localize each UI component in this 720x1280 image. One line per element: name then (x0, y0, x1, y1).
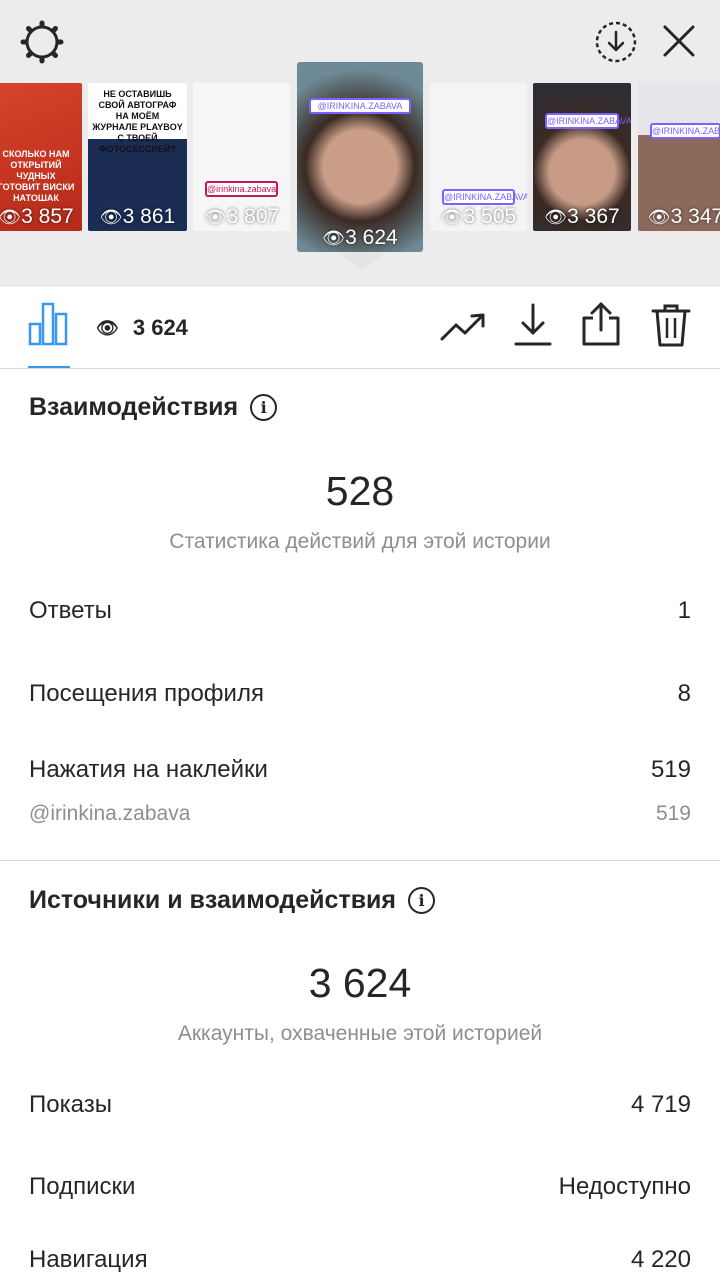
eye-icon: 👁 (544, 207, 568, 227)
download-icon[interactable] (510, 301, 556, 349)
story-thumbnail[interactable]: @irinkina.zabava 👁3 807 (193, 83, 290, 231)
story-views: 👁3 367 (544, 205, 620, 228)
profile-visits-value: 8 (677, 680, 691, 707)
story-thumbnail[interactable]: @IRINKINA.ZABAVA 👁3 367 (533, 83, 631, 231)
selected-story-pointer (340, 253, 384, 271)
replies-value: 1 (677, 597, 691, 624)
replies-label: Ответы (29, 597, 112, 624)
eye-icon: 👁 (96, 317, 119, 338)
interactions-section-title: Взаимодействия i (29, 393, 278, 422)
share-icon[interactable] (578, 299, 624, 349)
eye-icon: 👁 (99, 207, 123, 227)
download-circle-icon[interactable] (590, 16, 642, 68)
info-icon[interactable]: i (408, 887, 436, 914)
eye-icon: 👁 (440, 207, 464, 227)
impressions-label: Показы (29, 1091, 112, 1118)
story-view-count: 👁 3 624 (96, 315, 188, 340)
story-caption: @IRINKINA.ZABAVA (545, 113, 631, 129)
sticker-taps-value: 519 (650, 756, 691, 783)
eye-icon: 👁 (0, 207, 22, 227)
insights-toolbar: 👁 3 624 (0, 287, 720, 369)
story-caption: СКОЛЬКО НАМ ОТКРЫТИЙ ЧУДНЫХ ГОТОВИТ ВИСК… (0, 149, 75, 203)
delete-trash-icon[interactable] (648, 301, 694, 349)
eye-icon: 👁 (203, 207, 227, 227)
discovery-title-text: Источники и взаимодействия (29, 886, 397, 914)
story-thumbnail[interactable]: @IRINKINA.ZABAVA 👁3 347 (638, 83, 720, 231)
story-views: 👁3 861 (99, 205, 176, 228)
discovery-total: 3 624 (308, 960, 412, 1006)
follows-label: Подписки (29, 1173, 136, 1200)
sticker-taps-label: Нажатия на наклейки (29, 756, 268, 783)
story-strip: СКОЛЬКО НАМ ОТКРЫТИЙ ЧУДНЫХ ГОТОВИТ ВИСК… (0, 0, 720, 287)
story-caption: @IRINKINA.ZABAVA (442, 189, 527, 205)
story-views: 👁3 505 (440, 205, 517, 228)
info-icon[interactable]: i (250, 394, 278, 421)
active-tab-indicator (28, 366, 70, 368)
interactions-caption: Статистика действий для этой истории (169, 530, 551, 553)
story-thumbnail-selected[interactable]: @IRINKINA.ZABAVA 👁3 624 (297, 62, 423, 252)
stats-tab-icon[interactable] (24, 297, 72, 349)
mention-sticker-value: 519 (655, 802, 691, 825)
interactions-title-text: Взаимодействия (29, 393, 239, 421)
mention-sticker-label: @irinkina.zabava (29, 802, 191, 825)
story-thumbnail[interactable]: СКОЛЬКО НАМ ОТКРЫТИЙ ЧУДНЫХ ГОТОВИТ ВИСК… (0, 83, 82, 231)
story-views: 👁3 857 (0, 205, 74, 228)
section-divider (0, 860, 720, 861)
follows-value: Недоступно (558, 1173, 691, 1200)
story-caption: НЕ ОСТАВИШЬ СВОЙ АВТОГРАФ НА МОЁМ ЖУРНАЛ… (92, 89, 183, 154)
discovery-caption: Аккаунты, охваченные этой историей (177, 1022, 543, 1045)
story-views: 👁3 807 (203, 205, 280, 228)
profile-visits-label: Посещения профиля (29, 680, 264, 707)
interactions-total: 528 (325, 468, 395, 514)
story-views: 👁3 347 (647, 205, 720, 228)
close-icon[interactable] (656, 18, 702, 64)
navigation-label: Навигация (29, 1246, 148, 1273)
settings-gear-icon[interactable] (16, 16, 68, 68)
eye-icon: 👁 (647, 207, 671, 227)
eye-icon: 👁 (322, 228, 346, 248)
story-caption: @irinkina.zabava (205, 181, 278, 197)
story-thumbnail[interactable]: @IRINKINA.ZABAVA 👁3 505 (430, 83, 527, 231)
story-thumbnail[interactable]: НЕ ОСТАВИШЬ СВОЙ АВТОГРАФ НА МОЁМ ЖУРНАЛ… (88, 83, 187, 231)
story-caption: @IRINKINA.ZABAVA (650, 123, 720, 139)
story-caption: @IRINKINA.ZABAVA (309, 98, 411, 114)
promote-trend-icon[interactable] (438, 307, 488, 347)
impressions-value: 4 719 (630, 1091, 691, 1118)
story-views: 👁3 624 (322, 226, 398, 249)
navigation-value: 4 220 (630, 1246, 691, 1273)
discovery-section-title: Источники и взаимодействия i (29, 886, 436, 915)
story-thumbnails: СКОЛЬКО НАМ ОТКРЫТИЙ ЧУДНЫХ ГОТОВИТ ВИСК… (0, 62, 720, 252)
